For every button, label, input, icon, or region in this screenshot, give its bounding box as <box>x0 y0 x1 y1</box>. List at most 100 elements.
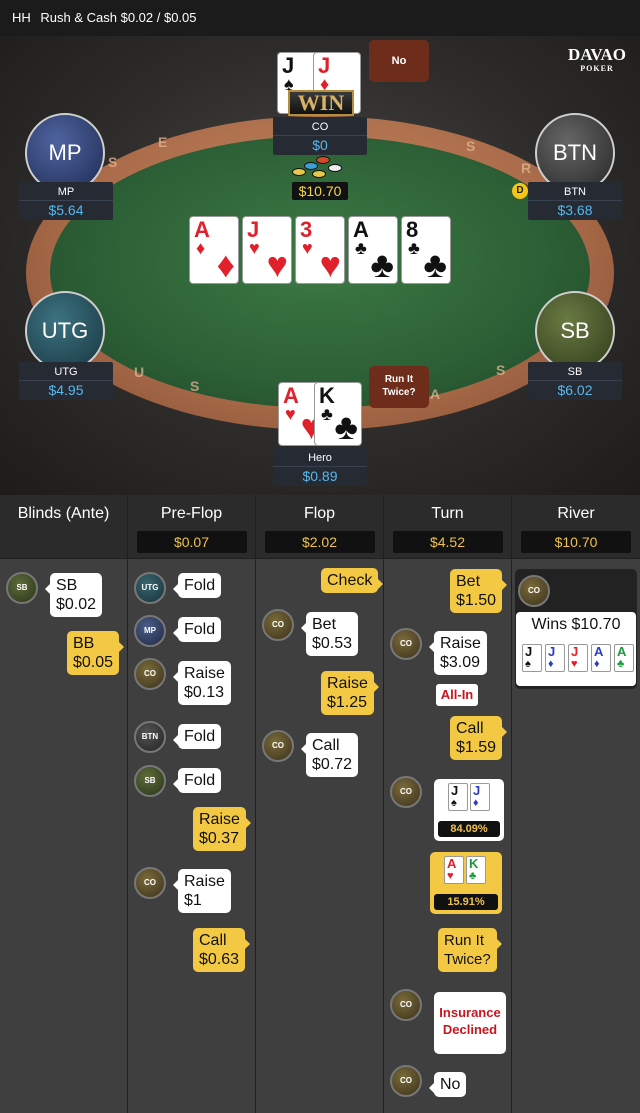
avatar-co: CO <box>390 989 422 1021</box>
win-banner: WIN <box>288 90 354 116</box>
hand-history[interactable]: Blinds (Ante) SB SB $0.02 BB $0.05 Pre-F… <box>0 495 640 1113</box>
board-card-3: 3 ♥ ♥ <box>295 216 345 284</box>
winner-label: Wins $10.70 <box>531 616 621 633</box>
col-flop-header: Flop $2.02 <box>256 495 383 559</box>
seat-utg-stack: $4.95 <box>48 382 84 398</box>
action-co-raise: Raise $3.09 <box>429 631 487 675</box>
all-in-badge: All-In <box>436 684 478 706</box>
seat-utg-info: UTG $4.95 <box>19 362 113 400</box>
col-turn-pot: $4.52 <box>392 531 503 553</box>
seat-sb-avatar[interactable]: SB <box>535 291 615 371</box>
seat-mp-label: MP <box>48 140 82 165</box>
action-sb-fold: Fold <box>172 768 222 793</box>
seat-btn-info: BTN $3.68 <box>528 182 622 220</box>
seat-btn-name: BTN <box>528 182 622 201</box>
col-river-pot: $10.70 <box>521 531 631 553</box>
action-hero-run-it-twice: Run It Twice? <box>438 928 502 972</box>
seat-mp-stack: $5.64 <box>48 202 84 218</box>
win-card-5: A ♣ <box>614 644 634 672</box>
board-card-1: A ♦ ♦ <box>189 216 239 284</box>
avatar-sb: SB <box>134 765 166 797</box>
col-turn-title: Turn <box>431 505 464 522</box>
action-mp-fold: Fold <box>172 617 222 642</box>
avatar-co: CO <box>262 609 294 641</box>
seat-utg-label: UTG <box>41 318 89 343</box>
seat-mp-info: MP $5.64 <box>19 182 113 220</box>
avatar-co: CO <box>262 730 294 762</box>
action-co-no: No <box>428 1072 467 1097</box>
avatar-co: CO <box>134 658 166 690</box>
davao-poker-logo: DAVAO POKER <box>568 46 626 76</box>
col-blinds-header: Blinds (Ante) <box>0 495 127 559</box>
pot-chips <box>290 154 350 182</box>
logo-sub: POKER <box>580 64 614 73</box>
board-card-4: A ♣ ♣ <box>348 216 398 284</box>
rail-letter: U <box>134 364 145 380</box>
seat-hero-name: Hero <box>273 448 367 467</box>
win-card-4: A ♦ <box>591 644 611 672</box>
seat-btn-label: BTN <box>553 140 597 165</box>
top-bar: HH Rush & Cash $0.02 / $0.05 <box>0 0 640 36</box>
action-hero-call: Call $1.59 <box>450 716 508 760</box>
col-preflop-pot: $0.07 <box>136 531 247 553</box>
win-card-3: J ♥ <box>568 644 588 672</box>
co-equity-percent: 84.09% <box>438 821 500 837</box>
action-utg-fold: Fold <box>172 573 222 598</box>
hero-equity-box: A ♥ K ♣ 15.91% <box>430 852 502 914</box>
rail-letter: R <box>521 160 532 176</box>
col-preflop: Pre-Flop $0.07 UTG Fold MP Fold CO Raise… <box>128 495 256 1113</box>
mode-label: HH <box>12 10 31 25</box>
action-hero-check: Check <box>321 568 384 593</box>
hero-equity-card-2: K ♣ <box>466 856 486 884</box>
col-flop-title: Flop <box>303 505 336 522</box>
action-co-call: Call $0.72 <box>300 733 359 777</box>
action-co-raise: Raise $1 <box>173 869 231 913</box>
action-bb-blind: BB $0.05 <box>67 631 125 675</box>
dealer-button: D <box>512 183 528 199</box>
hero-equity-card-1: A ♥ <box>444 856 464 884</box>
action-co-bet: Bet $0.53 <box>300 612 359 656</box>
seat-btn-stack: $3.68 <box>557 202 593 218</box>
avatar-co: CO <box>390 776 422 808</box>
seat-sb-label: SB <box>560 318 590 343</box>
action-hero-raise: Raise $1.25 <box>321 671 379 715</box>
seat-sb-name: SB <box>528 362 622 381</box>
game-title: Rush & Cash $0.02 / $0.05 <box>40 10 197 25</box>
board-card-5: 8 ♣ ♣ <box>401 216 451 284</box>
avatar-co: CO <box>390 628 422 660</box>
seat-utg-avatar[interactable]: UTG <box>25 291 105 371</box>
seat-utg-name: UTG <box>19 362 113 381</box>
seat-btn-avatar[interactable]: BTN <box>535 113 615 193</box>
win-card-2: J ♦ <box>545 644 565 672</box>
col-turn-header: Turn $4.52 <box>384 495 511 559</box>
rail-letter: S <box>108 154 118 170</box>
action-sb-blind: SB $0.02 <box>44 573 103 617</box>
action-co-raise: Raise $0.13 <box>173 661 231 705</box>
poker-table-area: E S S R U S A S DAVAO POKER MP MP $5.64 … <box>0 36 640 495</box>
col-flop: Flop $2.02 Check CO Bet $0.53 Raise $1.2… <box>256 495 384 1113</box>
co-equity-box: J ♠ J ♦ 84.09% <box>434 779 504 841</box>
avatar-co: CO <box>390 1065 422 1097</box>
win-card-1: J ♠ <box>522 644 542 672</box>
seat-mp-avatar[interactable]: MP <box>25 113 105 193</box>
seat-co-name: CO <box>273 117 367 136</box>
col-blinds-title: Blinds (Ante) <box>17 505 110 522</box>
avatar-utg: UTG <box>134 572 166 604</box>
co-equity-card-2: J ♦ <box>470 783 490 811</box>
action-hero-raise: Raise $0.37 <box>193 807 251 851</box>
col-blinds: Blinds (Ante) SB SB $0.02 BB $0.05 <box>0 495 128 1113</box>
co-speech-bubble: No <box>369 40 429 82</box>
seat-co-info: CO $0 <box>273 117 367 155</box>
rail-letter: S <box>190 378 200 394</box>
hero-speech-bubble: Run It Twice? <box>369 366 429 408</box>
rail-letter: E <box>158 134 168 150</box>
winner-box: Wins $10.70 J ♠ J ♦ J ♥ A ♦ A ♣ <box>516 612 636 686</box>
avatar-sb: SB <box>6 572 38 604</box>
avatar-mp: MP <box>134 615 166 647</box>
rail-letter: S <box>466 138 476 154</box>
seat-sb-stack: $6.02 <box>557 382 593 398</box>
col-river-title: River <box>557 505 595 522</box>
seat-co-stack: $0 <box>312 137 328 153</box>
co-equity-card-1: J ♠ <box>448 783 468 811</box>
insurance-declined: Insurance Declined <box>434 992 506 1054</box>
